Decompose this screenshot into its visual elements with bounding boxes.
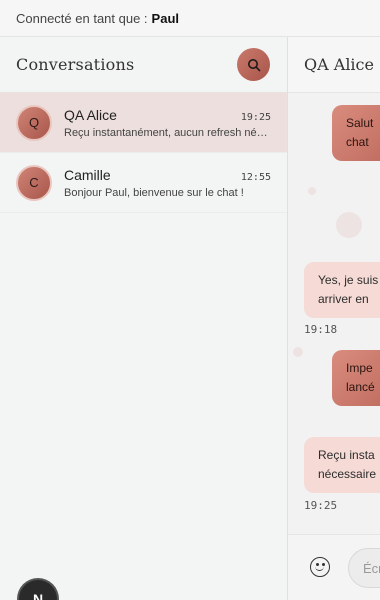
username: Paul — [151, 10, 180, 26]
message-sent: Impe lancé — [332, 350, 380, 406]
message-received: Yes, je suis arriver en — [304, 262, 380, 318]
message-received: Reçu insta nécessaire — [304, 437, 380, 493]
avatar: C — [16, 164, 52, 201]
floating-n-button[interactable]: N — [19, 580, 57, 600]
search-button[interactable] — [237, 48, 270, 81]
conversation-time: 12:55 — [240, 171, 271, 183]
background-decoration — [336, 212, 362, 238]
search-icon — [247, 58, 260, 71]
conversation-time: 19:25 — [240, 111, 271, 123]
chat-title: QA Alice — [304, 55, 374, 74]
smiley-icon[interactable] — [310, 557, 330, 577]
avatar: Q — [16, 104, 52, 141]
sidebar-title: Conversations — [16, 55, 135, 74]
conversation-item-qa-alice[interactable]: Q QA Alice 19:25 Reçu instantanément, au… — [0, 93, 287, 153]
logged-in-label: Connecté en tant que : — [16, 10, 148, 26]
chat-header: QA Alice — [288, 37, 380, 93]
message-sent: Salut chat — [332, 105, 380, 161]
conversation-preview: Reçu instantanément, aucun refresh néces… — [64, 126, 271, 139]
conversation-name: Camille — [64, 166, 111, 183]
message-input[interactable] — [348, 548, 380, 588]
top-bar: Connecté en tant que : Paul — [0, 0, 380, 37]
chat-panel: QA Alice Salut chat Yes, je suis arriver… — [288, 37, 380, 600]
conversation-preview: Bonjour Paul, bienvenue sur le chat ! — [64, 186, 244, 199]
message-composer — [288, 534, 380, 600]
conversations-sidebar: Conversations Q QA Alice 19:25 Reçu inst… — [0, 37, 288, 600]
message-time: 19:25 — [304, 499, 338, 512]
background-decoration — [293, 347, 303, 357]
sidebar-header: Conversations — [0, 37, 287, 93]
conversation-item-camille[interactable]: C Camille 12:55 Bonjour Paul, bienvenue … — [0, 153, 287, 213]
message-time: 19:18 — [304, 323, 338, 336]
background-decoration — [308, 187, 316, 195]
conversation-name: QA Alice — [64, 106, 117, 123]
